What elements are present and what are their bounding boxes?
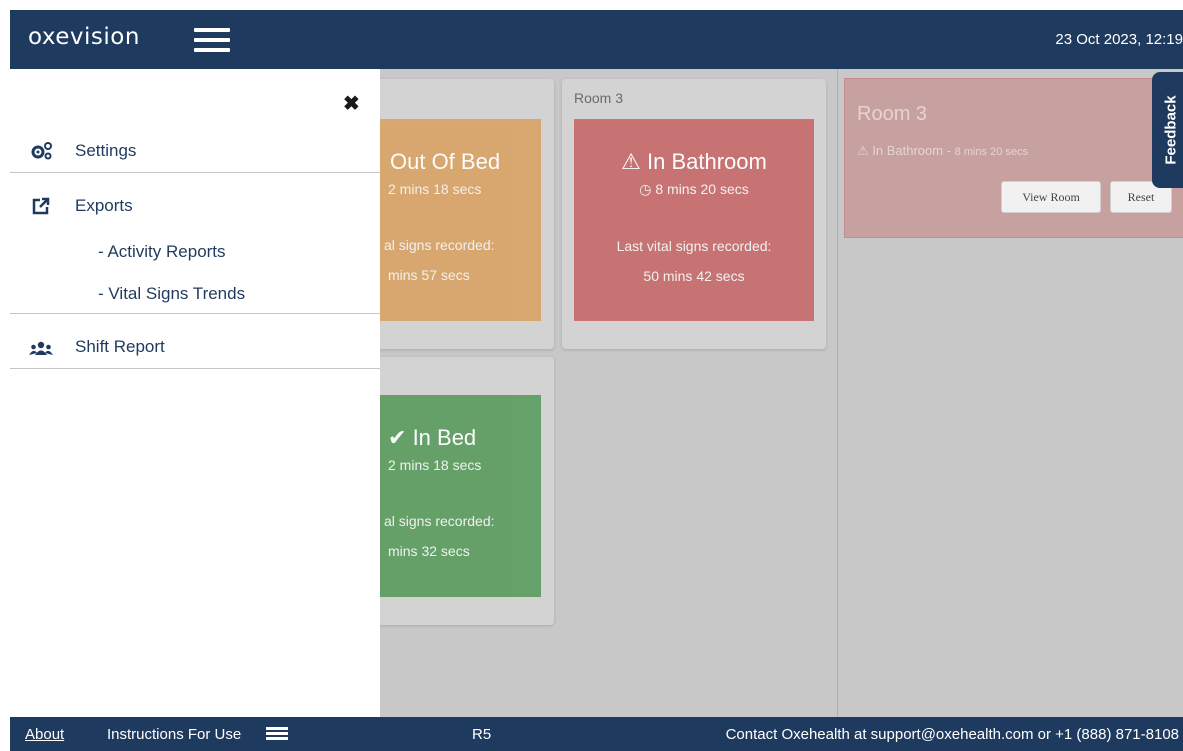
alert-notification-card[interactable]: Room 3 ⚠ In Bathroom - 8 mins 20 secs Vi… (844, 78, 1183, 238)
footer-bar: About Instructions For Use R5 Contact Ox… (10, 717, 1183, 751)
side-menu: ✖ Settings Exports - Activity Reports - … (10, 69, 380, 717)
vital-signs-label: Last vital signs recorded: (616, 238, 772, 254)
feedback-tab[interactable]: Feedback (1152, 72, 1183, 188)
status-label: ⚠ In Bathroom (621, 149, 767, 174)
menu-item-shift-report[interactable]: Shift Report (10, 327, 380, 369)
alert-status: ⚠ In Bathroom - 8 mins 20 secs (857, 143, 1029, 158)
panel-divider (837, 69, 838, 717)
room-label: Room 3 (574, 90, 624, 106)
vital-signs-value: 50 mins 42 secs (643, 268, 745, 284)
users-icon (28, 339, 54, 359)
status-tile-in-bathroom[interactable]: ⚠ In Bathroom ◷ 8 mins 20 secs Last vita… (574, 119, 814, 321)
cogs-icon (28, 141, 54, 161)
menu-item-exports[interactable]: Exports (10, 186, 380, 228)
warning-icon: ⚠ (857, 143, 869, 158)
current-datetime: 23 Oct 2023, 12:19 (1055, 31, 1183, 48)
contact-info: Contact Oxehealth at support@oxehealth.c… (725, 726, 1179, 743)
menu-subitem-vital-signs-trends[interactable]: - Vital Signs Trends (98, 284, 245, 304)
close-icon[interactable]: ✖ (343, 91, 360, 116)
version-label: R5 (472, 726, 492, 743)
clock-icon: ◷ (639, 181, 652, 197)
instructions-menu-icon[interactable] (266, 727, 288, 741)
check-circle-icon: ✔ (388, 425, 407, 450)
menu-hamburger-icon[interactable] (194, 28, 230, 52)
view-room-button[interactable]: View Room (1001, 181, 1101, 213)
menu-label: Exports (75, 196, 133, 215)
feedback-label: Feedback (1162, 95, 1180, 165)
about-link[interactable]: About (25, 726, 64, 743)
menu-label: Shift Report (75, 337, 165, 356)
external-link-icon (28, 196, 54, 216)
room-card-room-3[interactable]: Room 3 ⚠ In Bathroom ◷ 8 mins 20 secs La… (562, 79, 826, 349)
menu-subitem-activity-reports[interactable]: - Activity Reports (98, 242, 226, 262)
instructions-for-use-link[interactable]: Instructions For Use (107, 726, 241, 743)
menu-divider (10, 368, 380, 369)
menu-divider (10, 172, 380, 173)
menu-item-settings[interactable]: Settings (10, 131, 380, 173)
top-bar: oxevision 23 Oct 2023, 12:19 (10, 10, 1183, 69)
menu-label: Settings (75, 141, 137, 160)
menu-divider (10, 313, 380, 314)
status-duration: ◷ 8 mins 20 secs (639, 181, 749, 197)
warning-icon: ⚠ (621, 149, 641, 174)
app-window: oxevision 23 Oct 2023, 12:19 Out Of Bed … (10, 10, 1183, 751)
oxevision-logo: oxevision (28, 24, 140, 50)
alert-room-title: Room 3 (857, 103, 928, 125)
